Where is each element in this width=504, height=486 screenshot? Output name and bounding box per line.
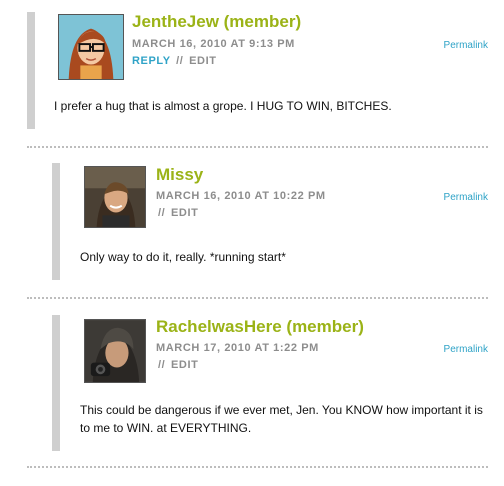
edit-link[interactable]: EDIT (171, 359, 198, 371)
comment-author-link[interactable]: Missy (156, 165, 203, 185)
comment-thread-bar (27, 12, 35, 129)
cartoon-woman-glasses-avatar-icon (59, 15, 123, 79)
comment-date: MARCH 16, 2010 AT 9:13 PM (132, 38, 295, 50)
permalink-link[interactable]: Permalink (444, 192, 488, 203)
edit-link[interactable]: EDIT (171, 207, 198, 219)
comment-divider (27, 466, 488, 468)
avatar[interactable] (84, 319, 146, 383)
comment-text: Only way to do it, really. *running star… (80, 250, 286, 264)
action-separator: // (176, 55, 184, 67)
photo-avatar-icon (85, 167, 145, 227)
comment-text: This could be dangerous if we ever met, … (80, 403, 483, 435)
avatar[interactable] (84, 166, 146, 228)
avatar[interactable] (58, 14, 124, 80)
comment-date: MARCH 16, 2010 AT 10:22 PM (156, 190, 326, 202)
comment-thread-bar (52, 315, 60, 451)
comment-divider (27, 146, 488, 148)
photo-avatar-icon (85, 320, 145, 382)
comment-date: MARCH 17, 2010 AT 1:22 PM (156, 342, 319, 354)
permalink-link[interactable]: Permalink (444, 344, 488, 355)
reply-link[interactable]: REPLY (132, 55, 170, 67)
comment-actions: // EDIT (156, 207, 198, 219)
comment-author-link[interactable]: JentheJew (member) (132, 12, 301, 32)
comment-text: I prefer a hug that is almost a grope. I… (54, 99, 392, 113)
edit-link[interactable]: EDIT (189, 55, 216, 67)
comment-actions: // EDIT (156, 359, 198, 371)
action-separator: // (158, 359, 166, 371)
comment-author-link[interactable]: RachelwasHere (member) (156, 317, 364, 337)
comment-actions: REPLY // EDIT (132, 55, 217, 67)
comment-thread-bar (52, 163, 60, 280)
comment-divider (27, 297, 488, 299)
action-separator: // (158, 207, 166, 219)
permalink-link[interactable]: Permalink (444, 40, 488, 51)
